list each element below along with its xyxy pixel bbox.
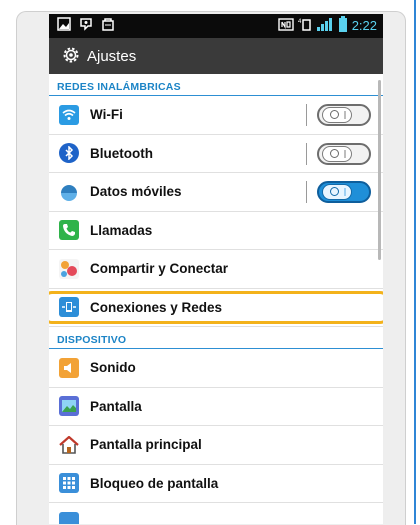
page-title: Ajustes: [87, 47, 137, 65]
settings-item-calls[interactable]: Llamadas: [49, 212, 383, 250]
settings-item-label: Sonido: [90, 360, 136, 376]
bag-icon: [101, 17, 115, 36]
title-bar: Ajustes: [49, 38, 383, 74]
settings-item-label: Compartir y Conectar: [90, 261, 229, 277]
page-edge-line: [414, 0, 416, 524]
settings-item-bluetooth[interactable]: Bluetooth: [49, 135, 383, 173]
mobile-data-toggle[interactable]: [317, 181, 371, 203]
share-icon: [59, 258, 79, 279]
settings-item-label: Datos móviles: [90, 184, 182, 200]
gallery-icon: [57, 17, 71, 36]
settings-item-home-screen[interactable]: Pantalla principal: [49, 426, 383, 465]
bluetooth-toggle[interactable]: [317, 142, 371, 165]
status-bar: 4 2:22: [49, 14, 383, 38]
settings-item-partial[interactable]: [49, 503, 383, 524]
settings-item-connections-networks[interactable]: Conexiones y Redes: [49, 289, 383, 327]
settings-item-label: Llamadas: [90, 222, 153, 238]
battery-icon: [338, 16, 348, 35]
settings-item-mobile-data[interactable]: Datos móviles: [49, 173, 383, 212]
toggle-divider: [306, 181, 307, 203]
settings-item-label: Bloqueo de pantalla: [90, 475, 219, 491]
mobile-data-icon: [59, 182, 79, 202]
scrollbar[interactable]: [378, 80, 381, 260]
settings-item-label: Pantalla principal: [90, 437, 202, 453]
status-clock: 2:22: [351, 18, 377, 33]
settings-item-label: Pantalla: [90, 398, 142, 414]
toggle-divider: [306, 142, 307, 165]
settings-item-label: Wi-Fi: [90, 107, 123, 123]
phone-screen: 4 2:22 Ajustes REDES INALÁMBRICAS Wi-Fi: [49, 14, 383, 524]
gear-icon: [61, 45, 81, 68]
home-icon: [59, 435, 79, 455]
settings-item-wifi[interactable]: Wi-Fi: [49, 96, 383, 135]
section-header-device: DISPOSITIVO: [49, 327, 383, 349]
phone-icon: [59, 220, 79, 241]
section-header-wireless: REDES INALÁMBRICAS: [49, 74, 383, 96]
sync-icon: [79, 17, 93, 36]
signal-icon: [316, 17, 334, 34]
settings-item-share-connect[interactable]: Compartir y Conectar: [49, 250, 383, 289]
settings-item-label: Bluetooth: [90, 145, 153, 161]
wifi-icon: [59, 104, 79, 125]
settings-item-display[interactable]: Pantalla: [49, 388, 383, 426]
settings-item-screen-lock[interactable]: Bloqueo de pantalla: [49, 465, 383, 503]
wifi-toggle[interactable]: [317, 104, 371, 126]
svg-text:4: 4: [298, 19, 302, 25]
toggle-divider: [306, 104, 307, 126]
lock-grid-icon: [59, 473, 79, 494]
bluetooth-icon: [59, 143, 79, 164]
speaker-icon: [59, 357, 79, 378]
settings-item-sound[interactable]: Sonido: [49, 349, 383, 388]
data-icon: 4: [298, 17, 312, 34]
partial-item-icon: [59, 512, 79, 524]
display-icon: [59, 396, 79, 417]
highlight-outline: [49, 290, 383, 324]
nfc-icon: [277, 17, 294, 34]
